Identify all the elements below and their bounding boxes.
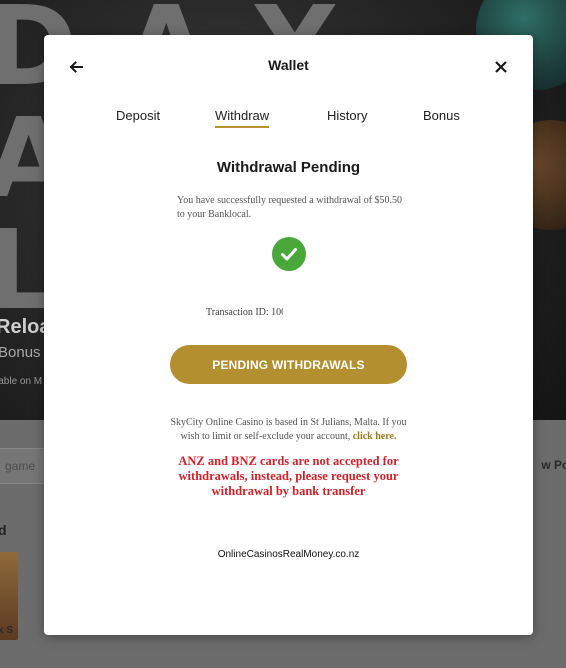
tab-deposit[interactable]: Deposit (116, 108, 160, 126)
background-right-text: w Pok (541, 458, 566, 472)
withdrawal-status-title: Withdrawal Pending (216, 159, 361, 176)
checkmark-circle-icon (272, 237, 306, 271)
background-search-input: game (0, 448, 50, 484)
self-exclude-link[interactable]: click here. (353, 431, 397, 442)
checkmark-icon (281, 248, 297, 261)
wallet-tabs: Deposit Withdraw History Bonus (44, 108, 533, 134)
withdrawal-message: You have successfully requested a withdr… (177, 195, 403, 220)
transaction-id: Transaction ID: 100 (206, 307, 283, 318)
background-section-label: d (0, 522, 7, 538)
tab-withdraw[interactable]: Withdraw (215, 108, 270, 128)
modal-header: Wallet (44, 35, 533, 97)
background-card-text: x S (0, 625, 14, 636)
pending-withdrawals-button[interactable]: PENDING WITHDRAWALS (170, 345, 407, 384)
wallet-modal: Wallet Deposit Withdraw History Bonus Wi… (44, 35, 533, 635)
card-warning: ANZ and BNZ cards are not accepted for w… (178, 454, 399, 498)
modal-title: Wallet (268, 57, 309, 73)
close-button[interactable] (491, 57, 511, 77)
tab-bonus[interactable]: Bonus (423, 108, 460, 126)
promo-small-text: lable on M (0, 376, 43, 387)
promo-title: Reloa (0, 316, 51, 338)
close-icon (495, 61, 507, 73)
background-game-card: x S (0, 552, 18, 640)
tab-history[interactable]: History (327, 108, 367, 126)
watermark: OnlineCasinosRealMoney.co.nz (217, 549, 360, 560)
promo-subtitle: Bonus (0, 344, 41, 361)
footer-note: SkyCity Online Casino is based in St Jul… (166, 416, 411, 444)
